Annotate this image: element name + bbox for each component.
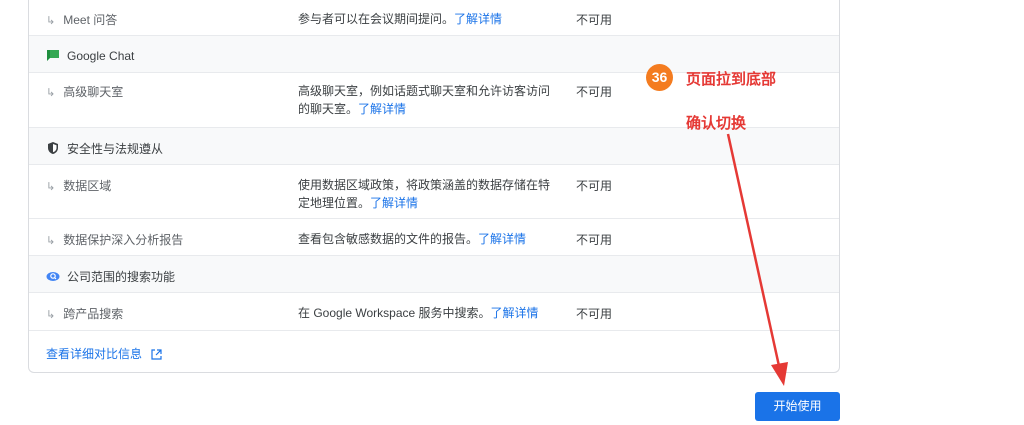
annotation-arrow	[726, 133, 788, 386]
